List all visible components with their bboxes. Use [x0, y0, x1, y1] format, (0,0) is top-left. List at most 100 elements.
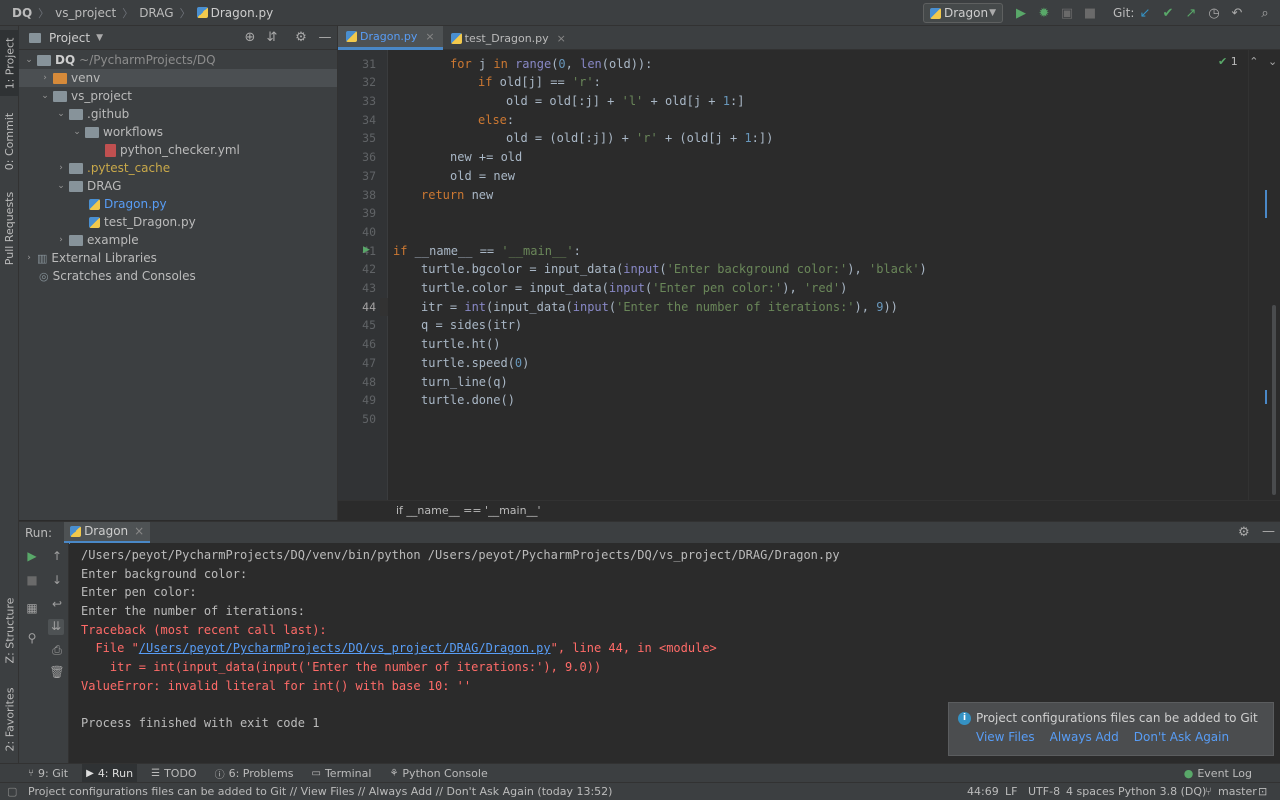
crumb-dragon-py[interactable]: Dragon.py: [196, 5, 274, 20]
crumb-drag[interactable]: DRAG: [139, 6, 173, 20]
commit-tool-tab[interactable]: 0: Commit: [0, 106, 19, 176]
git-update-icon[interactable]: ↙: [1137, 5, 1153, 21]
indent-setting[interactable]: 4 spaces: [1066, 785, 1115, 798]
stop-icon[interactable]: ■: [24, 573, 40, 589]
status-message[interactable]: Project configurations files can be adde…: [28, 785, 612, 798]
editor-scrollbar[interactable]: [1248, 50, 1280, 500]
tree-item-external-libraries[interactable]: › ▥ External Libraries: [19, 249, 337, 267]
hide-icon[interactable]: —: [317, 30, 333, 46]
line-number: 34: [362, 112, 376, 127]
tree-item-dragon-py[interactable]: Dragon.py: [19, 195, 337, 213]
inspection-widget[interactable]: ✔ 1 ⌃ ⌄: [1218, 55, 1277, 68]
project-panel-title[interactable]: Project: [49, 31, 90, 45]
folder-icon: [69, 162, 83, 174]
close-icon[interactable]: ×: [134, 524, 144, 538]
python-file-icon: [196, 7, 208, 18]
event-log-button[interactable]: ● Event Log: [1184, 764, 1252, 783]
tree-item-example[interactable]: › example: [19, 231, 337, 249]
caret-position[interactable]: 44:69: [967, 785, 999, 798]
code-editor[interactable]: for j in range(0, len(old)): if old[j] =…: [388, 50, 1248, 500]
code-breadcrumb[interactable]: if __name__ == '__main__': [338, 500, 1280, 520]
run-tab-dragon[interactable]: Dragon ×: [64, 521, 151, 544]
pin-icon[interactable]: ⚲: [24, 631, 40, 647]
dont-ask-again-link[interactable]: Don't Ask Again: [1134, 730, 1229, 744]
pull-requests-tool-tab[interactable]: Pull Requests: [0, 186, 19, 270]
line-separator[interactable]: LF: [1005, 785, 1017, 798]
chevron-right-icon: ›: [43, 73, 47, 83]
hide-icon[interactable]: —: [1262, 524, 1275, 539]
stop-icon[interactable]: ■: [1082, 5, 1098, 21]
search-icon[interactable]: ⌕: [1257, 5, 1273, 21]
chevron-down-icon[interactable]: ⌄: [1268, 55, 1277, 68]
tab-test-dragon-py[interactable]: test_Dragon.py ×: [443, 26, 574, 50]
locate-icon[interactable]: ⊕: [242, 30, 258, 46]
git-commit-icon[interactable]: ✔: [1160, 5, 1176, 21]
always-add-link[interactable]: Always Add: [1050, 730, 1119, 744]
close-icon[interactable]: ×: [557, 32, 566, 45]
chevron-down-icon: ⌄: [41, 91, 49, 101]
run-icon[interactable]: ▶: [1013, 5, 1029, 21]
view-files-link[interactable]: View Files: [976, 730, 1035, 744]
python-console-icon: ⚘: [389, 767, 399, 779]
todo-tool-button[interactable]: ☰ TODO: [147, 764, 200, 783]
tree-item-dq[interactable]: ⌄ DQ ~/PycharmProjects/DQ: [19, 51, 337, 69]
tree-item-label: .github: [87, 107, 130, 121]
tree-item-vs-project[interactable]: ⌄ vs_project: [19, 87, 337, 105]
favorites-tool-tab[interactable]: 2: Favorites: [0, 681, 19, 757]
rollback-icon[interactable]: ↶: [1229, 5, 1245, 21]
rerun-icon[interactable]: ▶: [24, 549, 40, 565]
chevron-down-icon[interactable]: ▼: [96, 33, 103, 43]
run-gutter-icon[interactable]: ▶: [363, 245, 370, 255]
console-line: Enter the number of iterations:: [81, 604, 305, 619]
arrow-up-icon[interactable]: ↑: [49, 549, 65, 565]
run-tool-button[interactable]: ▶ 4: Run: [82, 763, 138, 783]
git-tool-label: 9: Git: [38, 766, 69, 780]
git-push-icon[interactable]: ↗: [1183, 5, 1199, 21]
gear-icon[interactable]: ⚙: [293, 30, 309, 46]
tab-dragon-py[interactable]: Dragon.py ×: [338, 26, 443, 50]
chevron-up-icon[interactable]: ⌃: [1249, 55, 1258, 68]
run-icon: ▶: [86, 767, 94, 779]
scroll-to-end-icon[interactable]: ⇊: [48, 619, 64, 635]
print-icon[interactable]: ⎙: [49, 643, 65, 659]
crumb-dq[interactable]: DQ: [12, 6, 32, 20]
arrow-down-icon[interactable]: ↓: [49, 573, 65, 589]
tree-item-scratches[interactable]: ◎ Scratches and Consoles: [19, 267, 337, 285]
scrollbar-thumb[interactable]: [1272, 305, 1276, 495]
file-encoding[interactable]: UTF-8: [1028, 785, 1060, 798]
traceback-file-link[interactable]: /Users/peyot/PycharmProjects/DQ/vs_proje…: [139, 641, 551, 655]
layout-icon[interactable]: ▦: [24, 601, 40, 617]
debug-icon[interactable]: ✹: [1036, 5, 1052, 21]
problems-tool-button[interactable]: ⓘ 6: Problems: [211, 764, 298, 783]
tree-item-python-checker-yml[interactable]: python_checker.yml: [19, 141, 337, 159]
structure-tool-tab[interactable]: Z: Structure: [0, 591, 19, 669]
tree-item-pytest-cache[interactable]: › .pytest_cache: [19, 159, 337, 177]
tree-item-venv[interactable]: › venv: [19, 69, 337, 87]
crumb-dragon-py-label: Dragon.py: [210, 5, 274, 20]
git-tool-button[interactable]: ⑂ 9: Git: [24, 764, 72, 783]
coverage-icon[interactable]: ▣: [1059, 5, 1075, 21]
history-icon[interactable]: ◷: [1206, 5, 1222, 21]
line-number: 35: [362, 131, 376, 146]
collapse-all-icon[interactable]: ⇵: [264, 30, 280, 46]
python-console-tool-button[interactable]: ⚘ Python Console: [385, 764, 491, 783]
terminal-tool-button[interactable]: ▭ Terminal: [308, 764, 376, 783]
trash-icon[interactable]: 🗑: [49, 665, 65, 681]
tree-item-test-dragon-py[interactable]: test_Dragon.py: [19, 213, 337, 231]
tree-item-workflows[interactable]: ⌄ workflows: [19, 123, 337, 141]
tree-item-github[interactable]: ⌄ .github: [19, 105, 337, 123]
crumb-vs-project[interactable]: vs_project: [55, 6, 116, 20]
close-icon[interactable]: ×: [425, 30, 434, 43]
chevron-down-icon: ⌄: [57, 181, 65, 191]
code-line: old = (old[:j]) + 'r' + (old[j + 1:]): [506, 131, 774, 146]
git-branch[interactable]: master: [1218, 785, 1257, 798]
project-tool-tab[interactable]: 1: Project: [0, 30, 19, 96]
run-configuration-select[interactable]: Dragon ▼: [923, 3, 1003, 23]
soft-wrap-icon[interactable]: ↩: [49, 597, 65, 613]
list-icon: ☰: [151, 767, 161, 779]
tree-item-drag[interactable]: ⌄ DRAG: [19, 177, 337, 195]
lock-icon[interactable]: ⊡: [1258, 785, 1267, 798]
status-toggle-icon[interactable]: ▢: [7, 785, 17, 798]
python-interpreter[interactable]: Python 3.8 (DQ): [1118, 785, 1206, 798]
gear-icon[interactable]: ⚙: [1238, 525, 1250, 540]
